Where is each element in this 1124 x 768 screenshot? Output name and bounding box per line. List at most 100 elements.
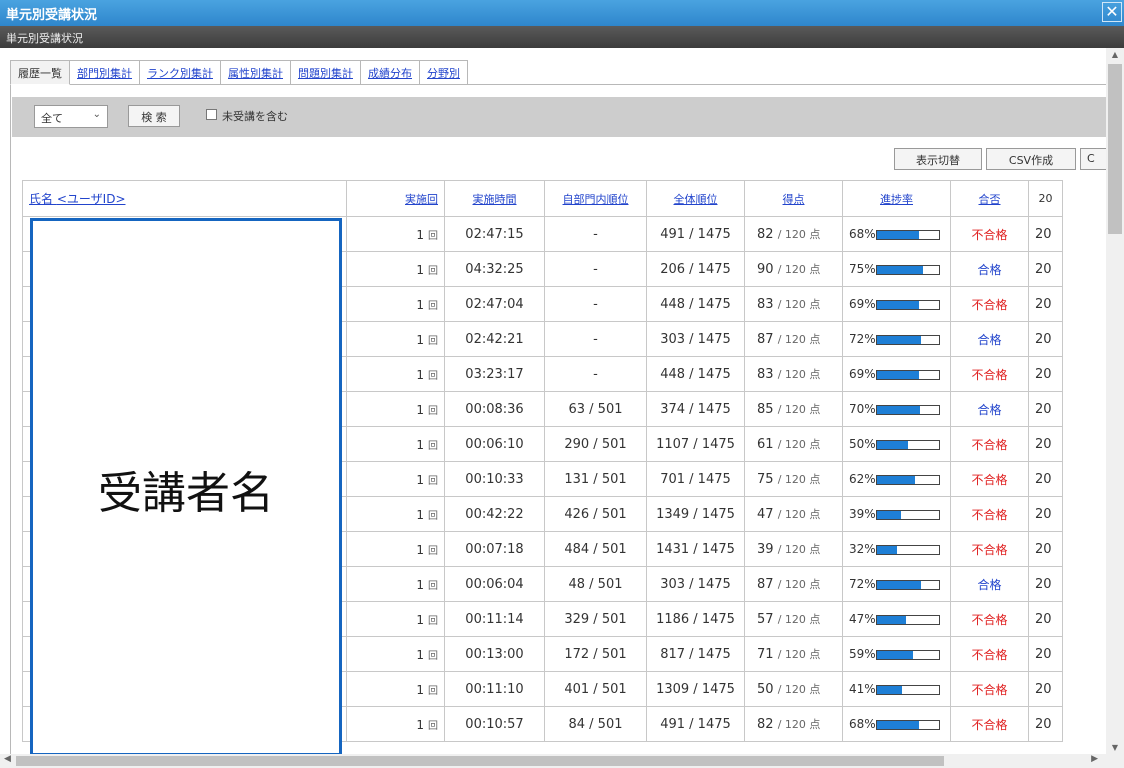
tab-bar: 履歴一覧 部門別集計 ランク別集計 属性別集計 問題別集計 成績分布 分野別	[10, 60, 468, 85]
cell-date: 20	[1028, 671, 1063, 707]
progress-bar	[875, 649, 940, 660]
cell-dept-rank: -	[544, 321, 647, 357]
cell-time: 00:06:10	[444, 426, 545, 462]
cell-dept-rank: -	[544, 216, 647, 252]
progress-bar	[875, 229, 940, 240]
cell-progress: 70%	[842, 391, 951, 427]
cell-dept-rank: 172 / 501	[544, 636, 647, 672]
tab-grade-distribution[interactable]: 成績分布	[361, 60, 420, 85]
cell-dept-rank: 84 / 501	[544, 706, 647, 742]
header-time[interactable]: 実施時間	[444, 180, 545, 217]
header-date[interactable]: 20	[1028, 180, 1063, 217]
cell-result: 不合格	[950, 496, 1029, 532]
cell-count: 1回	[346, 636, 445, 672]
scroll-right-icon[interactable]: ▶	[1091, 754, 1098, 764]
cell-date: 20	[1028, 636, 1063, 672]
tab-rank[interactable]: ランク別集計	[140, 60, 221, 85]
tab-department[interactable]: 部門別集計	[70, 60, 140, 85]
progress-bar	[875, 404, 940, 415]
cell-date: 20	[1028, 496, 1063, 532]
cell-date: 20	[1028, 426, 1063, 462]
cell-overall-rank: 1107 / 1475	[646, 426, 745, 462]
cell-overall-rank: 303 / 1475	[646, 321, 745, 357]
header-dept-rank[interactable]: 自部門内順位	[544, 180, 647, 217]
cell-time: 00:11:10	[444, 671, 545, 707]
header-overall-rank[interactable]: 全体順位	[646, 180, 745, 217]
filter-select-value: 全て	[41, 112, 63, 125]
toggle-display-button[interactable]: 表示切替	[894, 148, 982, 170]
cell-score: 83 / 120 点	[744, 286, 843, 322]
progress-bar	[875, 579, 940, 590]
horizontal-scroll-thumb[interactable]	[16, 756, 944, 766]
cell-overall-rank: 1309 / 1475	[646, 671, 745, 707]
cell-count: 1回	[346, 601, 445, 637]
search-button[interactable]: 検 索	[128, 105, 180, 127]
scroll-left-icon[interactable]: ◀	[4, 754, 11, 764]
header-count[interactable]: 実施回	[346, 180, 445, 217]
cell-score: 90 / 120 点	[744, 251, 843, 287]
cell-date: 20	[1028, 251, 1063, 287]
scroll-up-icon[interactable]: ▲	[1106, 50, 1124, 59]
vertical-scroll-thumb[interactable]	[1108, 64, 1122, 234]
cell-date: 20	[1028, 321, 1063, 357]
progress-bar-fill	[876, 335, 922, 344]
cell-result: 合格	[950, 566, 1029, 602]
cell-progress: 59%	[842, 636, 951, 672]
cell-time: 00:08:36	[444, 391, 545, 427]
cell-count: 1回	[346, 356, 445, 392]
cell-result: 不合格	[950, 426, 1029, 462]
progress-bar-fill	[876, 545, 897, 554]
cell-progress: 68%	[842, 706, 951, 742]
progress-bar	[875, 544, 940, 555]
header-name[interactable]: 氏名 <ユーザID>	[22, 180, 347, 217]
cell-count: 1回	[346, 496, 445, 532]
cell-score: 82 / 120 点	[744, 216, 843, 252]
progress-bar-fill	[876, 615, 906, 624]
cell-result: 不合格	[950, 216, 1029, 252]
vertical-scrollbar[interactable]: ▲ ▼	[1106, 48, 1124, 754]
progress-bar	[875, 719, 940, 730]
cell-overall-rank: 491 / 1475	[646, 706, 745, 742]
close-icon[interactable]: ✕	[1102, 2, 1122, 22]
cell-dept-rank: -	[544, 286, 647, 322]
progress-bar	[875, 439, 940, 450]
header-progress[interactable]: 進捗率	[842, 180, 951, 217]
cell-score: 87 / 120 点	[744, 566, 843, 602]
cell-overall-rank: 448 / 1475	[646, 286, 745, 322]
horizontal-scrollbar[interactable]: ◀ ▶	[0, 754, 1124, 768]
cell-count: 1回	[346, 321, 445, 357]
table-header-row: 氏名 <ユーザID> 実施回 実施時間 自部門内順位 全体順位 得点 進捗率 合…	[22, 180, 1063, 217]
tab-history[interactable]: 履歴一覧	[10, 60, 70, 85]
cell-overall-rank: 448 / 1475	[646, 356, 745, 392]
cell-overall-rank: 817 / 1475	[646, 636, 745, 672]
csv-export-button[interactable]: CSV作成	[986, 148, 1076, 170]
cell-dept-rank: 329 / 501	[544, 601, 647, 637]
cell-score: 71 / 120 点	[744, 636, 843, 672]
tab-question[interactable]: 問題別集計	[291, 60, 361, 85]
progress-bar	[875, 474, 940, 485]
cell-result: 不合格	[950, 531, 1029, 567]
cell-score: 83 / 120 点	[744, 356, 843, 392]
progress-bar	[875, 684, 940, 695]
header-score[interactable]: 得点	[744, 180, 843, 217]
header-result[interactable]: 合否	[950, 180, 1029, 217]
progress-bar-fill	[876, 475, 916, 484]
include-unattended-checkbox[interactable]	[206, 109, 217, 120]
filter-select[interactable]: 全て ⌄	[34, 105, 108, 128]
cell-time: 00:13:00	[444, 636, 545, 672]
cell-overall-rank: 1349 / 1475	[646, 496, 745, 532]
tab-attribute[interactable]: 属性別集計	[221, 60, 291, 85]
cell-result: 不合格	[950, 706, 1029, 742]
progress-bar	[875, 509, 940, 520]
third-toolbar-button[interactable]: C	[1080, 148, 1106, 170]
cell-count: 1回	[346, 531, 445, 567]
cell-progress: 41%	[842, 671, 951, 707]
tab-field[interactable]: 分野別	[420, 60, 468, 85]
cell-result: 合格	[950, 321, 1029, 357]
cell-dept-rank: 63 / 501	[544, 391, 647, 427]
cell-time: 00:07:18	[444, 531, 545, 567]
cell-progress: 62%	[842, 461, 951, 497]
cell-result: 合格	[950, 251, 1029, 287]
scroll-down-icon[interactable]: ▼	[1106, 743, 1124, 752]
cell-date: 20	[1028, 566, 1063, 602]
